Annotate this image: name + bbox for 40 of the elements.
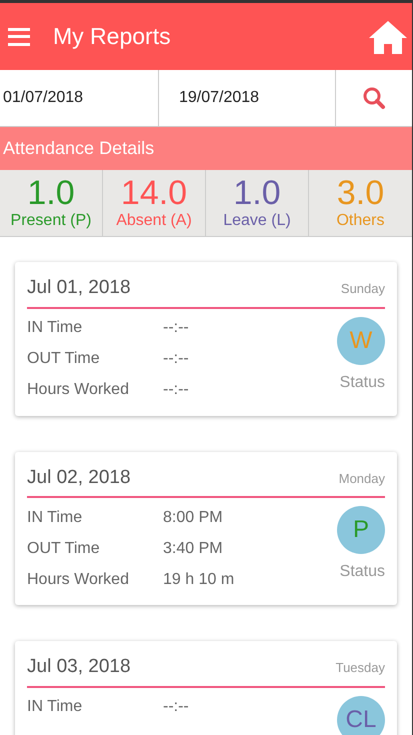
row-label: IN Time: [27, 318, 84, 338]
row-value: 3:40 PM: [163, 538, 223, 558]
search-icon: [362, 86, 386, 110]
row-label: Hours Worked: [27, 380, 130, 400]
summary-label: Absent (A): [116, 211, 192, 231]
status-letter: W: [350, 328, 372, 352]
summary-label: Leave (L): [223, 211, 291, 231]
summary-value: 1.0: [233, 175, 281, 211]
summary-label: Present (P): [10, 211, 92, 231]
card-date: Jul 03, 2018: [27, 655, 131, 679]
card-date: Jul 01, 2018: [27, 276, 131, 300]
from-date-field[interactable]: 01/07/2018: [0, 70, 159, 126]
status-label: Status: [340, 372, 385, 392]
home-icon[interactable]: [368, 18, 408, 54]
card-weekday: Sunday: [340, 280, 385, 298]
to-date-field[interactable]: 19/07/2018: [159, 70, 336, 126]
row-label: OUT Time: [27, 349, 101, 369]
row-value: --:--: [163, 697, 189, 717]
row-value: --:--: [163, 380, 189, 400]
row-label: IN Time: [27, 697, 84, 717]
row-value: --:--: [163, 349, 189, 369]
section-header: Attendance Details: [0, 127, 412, 170]
card-weekday: Tuesday: [336, 659, 385, 677]
row-label: Hours Worked: [27, 570, 130, 590]
row-label: IN Time: [27, 508, 84, 528]
app-title: My Reports: [53, 22, 172, 52]
summary-value: 1.0: [27, 175, 75, 211]
row-value: --:--: [163, 318, 189, 338]
row-label: OUT Time: [27, 538, 101, 558]
row-value: 19 h 10 m: [163, 570, 234, 590]
card-weekday: Monday: [338, 470, 385, 488]
summary-value: 14.0: [120, 175, 188, 211]
summary-value: 3.0: [336, 175, 384, 211]
row-value: 8:00 PM: [163, 508, 223, 528]
menu-icon[interactable]: [8, 28, 30, 46]
status-letter: CL: [346, 708, 376, 732]
status-label: Status: [340, 562, 385, 582]
card-date: Jul 02, 2018: [27, 466, 131, 490]
summary-label: Others: [336, 211, 384, 231]
status-letter: P: [352, 518, 369, 542]
